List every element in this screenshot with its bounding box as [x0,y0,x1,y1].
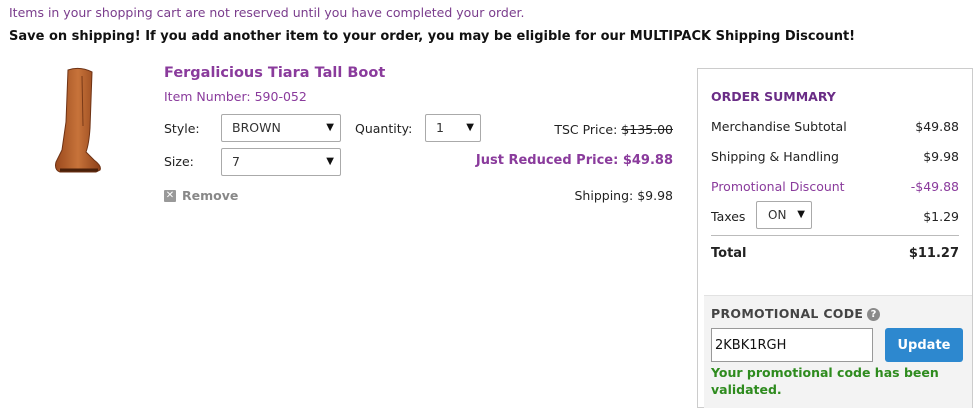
item-shipping: Shipping: $9.98 [574,188,674,203]
taxes-select[interactable]: ON ▼ [756,201,812,229]
order-summary-panel: ORDER SUMMARY Merchandise Subtotal $49.8… [697,68,973,408]
style-select[interactable]: BROWN ▼ [221,114,341,142]
taxes-select-value: ON [768,208,787,222]
promo-code-label: PROMOTIONAL CODE [711,306,864,321]
total-label: Total [711,246,747,261]
shipping-handling-value: $9.98 [923,149,959,164]
size-select[interactable]: 7 ▼ [221,148,341,176]
total-row: Total $11.27 [711,246,959,261]
taxes-label: Taxes [711,209,746,224]
item-number: Item Number: 590-052 [164,89,307,104]
summary-divider [711,235,959,236]
cart-reservation-notice: Items in your shopping cart are not rese… [9,5,525,20]
product-thumbnail[interactable] [50,66,110,178]
promotional-discount-row: Promotional Discount -$49.88 [711,179,959,194]
chevron-down-icon: ▼ [797,209,805,220]
product-title-link[interactable]: Fergalicious Tiara Tall Boot [164,65,385,81]
remove-label: Remove [182,188,239,203]
chevron-down-icon: ▼ [326,156,334,167]
order-summary-title: ORDER SUMMARY [711,89,836,104]
help-icon[interactable]: ? [867,308,880,321]
merchandise-subtotal-label: Merchandise Subtotal [711,119,847,134]
tsc-price: TSC Price: $135.00 [554,122,673,137]
promo-validated-message: Your promotional code has been validated… [711,365,939,397]
merchandise-subtotal-value: $49.88 [915,119,959,134]
quantity-select-value: 1 [436,120,444,135]
promo-code-section: PROMOTIONAL CODE ? Update Your promotion… [704,295,972,408]
chevron-down-icon: ▼ [326,122,334,133]
multipack-shipping-banner: Save on shipping! If you add another ite… [9,29,856,44]
size-label: Size: [164,154,194,169]
taxes-value: $1.29 [923,209,959,224]
close-icon: ✕ [164,189,176,202]
style-label: Style: [164,121,200,136]
promotional-discount-value: -$49.88 [910,179,959,194]
shipping-handling-label: Shipping & Handling [711,149,839,164]
boot-icon [55,67,101,173]
promotional-discount-label: Promotional Discount [711,179,845,194]
remove-item-button[interactable]: ✕ Remove [164,188,238,203]
quantity-select[interactable]: 1 ▼ [425,114,481,142]
tsc-price-label: TSC Price: [554,122,618,137]
size-select-value: 7 [232,154,240,169]
promo-code-input[interactable] [711,328,873,362]
chevron-down-icon: ▼ [466,122,474,133]
update-button[interactable]: Update [885,328,963,362]
reduced-price: Just Reduced Price: $49.88 [475,153,673,168]
merchandise-subtotal-row: Merchandise Subtotal $49.88 [711,119,959,134]
taxes-row: Taxes ON ▼ $1.29 [711,201,959,229]
style-select-value: BROWN [232,120,281,135]
tsc-price-value: $135.00 [621,122,673,137]
total-value: $11.27 [908,246,959,261]
shipping-handling-row: Shipping & Handling $9.98 [711,149,959,164]
quantity-label: Quantity: [355,121,413,136]
